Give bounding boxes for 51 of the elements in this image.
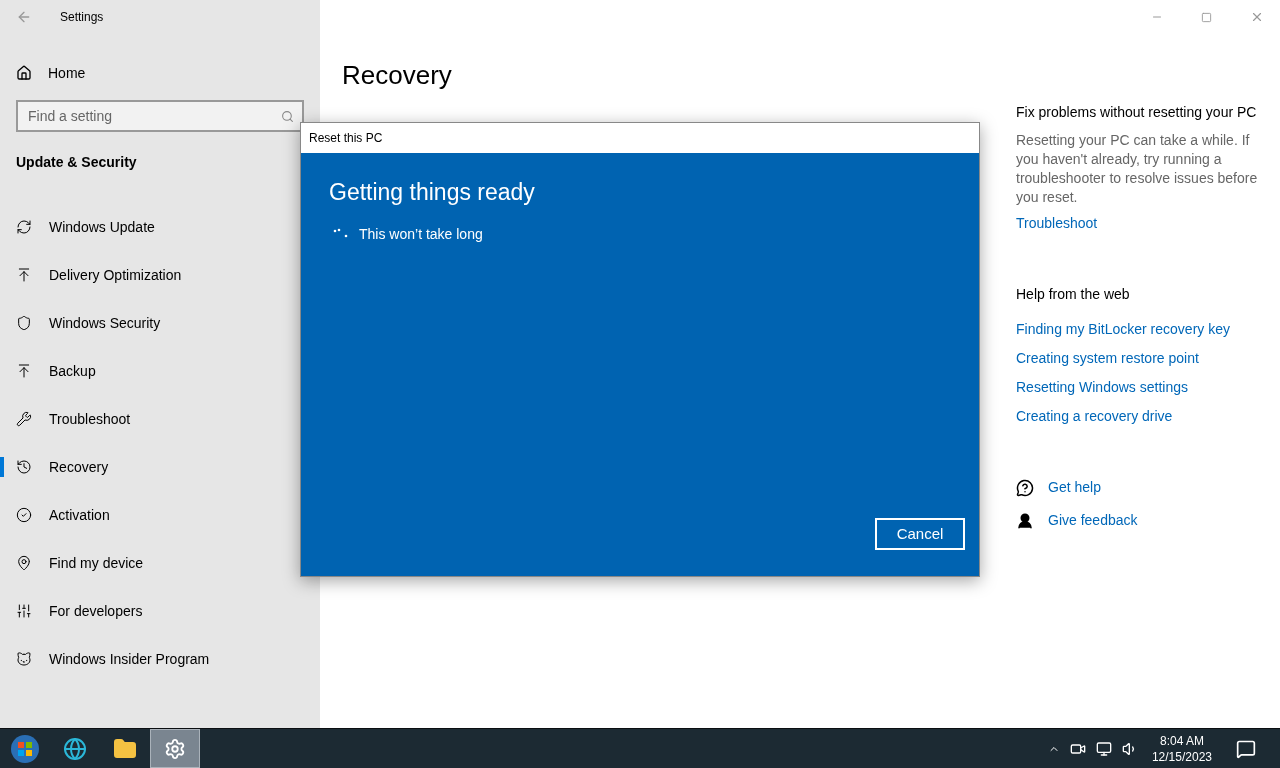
related-heading: Fix problems without resetting your PC — [1016, 103, 1258, 122]
nav-item[interactable]: Windows Insider Program — [0, 635, 320, 683]
folder-icon — [113, 736, 137, 761]
support-link[interactable]: Give feedback — [1048, 510, 1138, 531]
nav-item[interactable]: Backup — [0, 347, 320, 395]
troubleshoot-link[interactable]: Troubleshoot — [1016, 213, 1264, 234]
cat-icon — [16, 651, 32, 667]
nav-item[interactable]: For developers — [0, 587, 320, 635]
nav-item[interactable]: Troubleshoot — [0, 395, 320, 443]
home-icon — [16, 65, 32, 81]
person-icon — [1016, 511, 1034, 530]
nav-item[interactable]: Windows Update — [0, 203, 320, 251]
selection-indicator — [0, 457, 4, 477]
sync-icon — [16, 219, 32, 235]
dialog-message: This won’t take long — [359, 224, 483, 244]
dialog-heading: Getting things ready — [329, 178, 536, 207]
close-icon[interactable] — [1250, 10, 1264, 24]
map-pin-icon — [16, 555, 32, 571]
dialog-title: Reset this PC — [309, 130, 383, 147]
nav-item[interactable]: Delivery Optimization — [0, 251, 320, 299]
search-icon — [281, 110, 294, 123]
network-icon[interactable] — [1095, 740, 1112, 757]
check-circle-icon — [16, 507, 32, 523]
help-link[interactable]: Creating system restore point — [1016, 348, 1264, 369]
wrench-icon — [16, 411, 32, 427]
shield-icon — [16, 315, 32, 331]
cancel-button[interactable]: Cancel — [875, 518, 965, 550]
browser-icon — [63, 736, 87, 761]
search-field[interactable]: Find a setting — [16, 100, 304, 132]
sliders-icon — [16, 603, 32, 619]
nav-item[interactable]: Find my device — [0, 539, 320, 587]
window-title: Settings — [60, 9, 104, 26]
nav-item[interactable]: Windows Security — [0, 299, 320, 347]
upload-icon — [16, 363, 32, 379]
history-icon — [16, 459, 32, 475]
help-icon — [1016, 478, 1034, 497]
related-heading: Help from the web — [1016, 285, 1131, 304]
notification-icon[interactable] — [1236, 738, 1256, 759]
help-link[interactable]: Creating a recovery drive — [1016, 406, 1264, 427]
clock[interactable]: 8:04 AM 12/15/2023 — [1147, 732, 1216, 765]
help-link[interactable]: Resetting Windows settings — [1016, 377, 1264, 398]
help-link[interactable]: Finding my BitLocker recovery key — [1016, 319, 1264, 340]
support-link[interactable]: Get help — [1048, 477, 1101, 498]
section-heading: Update & Security — [15, 153, 138, 172]
home-item[interactable]: Home — [0, 54, 320, 92]
windows-logo-icon — [10, 733, 40, 764]
upload-icon — [16, 267, 32, 283]
settings-icon — [164, 737, 186, 760]
description-text: Resetting your PC can take a while. If you haven't already, try running a troubleshooter to resolve issues before you reset. — [1016, 131, 1259, 207]
page-title: Recovery — [342, 59, 453, 92]
nav-item[interactable]: Activation — [0, 491, 320, 539]
